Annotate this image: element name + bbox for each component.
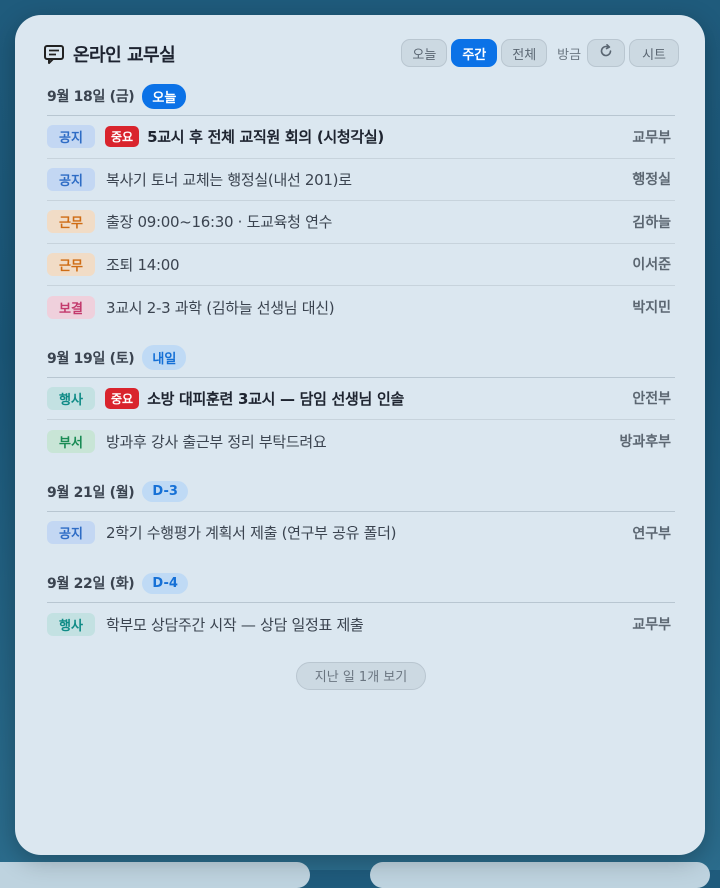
show-past-button[interactable]: 지난 일 1개 보기	[295, 661, 427, 690]
message-board-icon	[43, 44, 65, 64]
item-text: 방과후 강사 출근부 정리 부탁드려요	[106, 432, 327, 451]
category-tag: 부서	[47, 429, 95, 453]
category-tag: 행사	[47, 386, 95, 410]
refresh-icon	[599, 44, 613, 62]
day-badge: D-4	[142, 572, 188, 594]
background-panel-left	[0, 862, 310, 888]
list-item[interactable]: 근무 조퇴 14:00 이서준	[47, 244, 675, 286]
card-header: 온라인 교무실 오늘 주간 전체 방금 시트	[15, 39, 705, 73]
item-owner: 교무부	[632, 617, 671, 634]
item-owner: 박지민	[632, 300, 671, 317]
item-text: 3교시 2-3 과학 (김하늘 선생님 대신)	[106, 298, 335, 317]
item-owner: 연구부	[632, 525, 671, 542]
item-text: 2학기 수행평가 계획서 제출 (연구부 공유 폴더)	[106, 524, 397, 543]
item-text: 복사기 토너 교체는 행정실(내선 201)로	[106, 170, 352, 189]
day-date: 9월 21일 (월)	[47, 484, 135, 501]
day-header: 9월 22일 (화) D-4	[47, 570, 675, 603]
sheet-button[interactable]: 시트	[629, 39, 679, 67]
day-section: 9월 18일 (금) 오늘 공지 중요 5교시 후 전체 교직원 회의 (시청각…	[47, 83, 675, 329]
category-tag: 근무	[47, 252, 95, 276]
day-section: 9월 22일 (화) D-4 행사 학부모 상담주간 시작 — 상담 일정표 제…	[47, 570, 675, 646]
tab-weekly[interactable]: 주간	[451, 39, 498, 67]
view-controls: 오늘 주간 전체 방금 시트	[401, 39, 679, 67]
tab-today[interactable]: 오늘	[401, 39, 448, 67]
day-header: 9월 18일 (금) 오늘	[47, 83, 675, 116]
item-owner: 방과후부	[619, 434, 671, 451]
list-item[interactable]: 공지 복사기 토너 교체는 행정실(내선 201)로 행정실	[47, 159, 675, 201]
item-text: 소방 대피훈련 3교시 — 담임 선생님 인솔	[147, 389, 404, 408]
category-tag: 보결	[47, 295, 95, 319]
title-group: 온라인 교무실	[43, 41, 176, 67]
day-list: 9월 18일 (금) 오늘 공지 중요 5교시 후 전체 교직원 회의 (시청각…	[47, 83, 675, 690]
refresh-status: 방금	[557, 47, 582, 63]
list-item[interactable]: 근무 출장 09:00~16:30 · 도교육청 연수 김하늘	[47, 201, 675, 244]
day-date: 9월 19일 (토)	[47, 350, 135, 367]
day-header: 9월 19일 (토) 내일	[47, 345, 675, 378]
category-tag: 행사	[47, 612, 95, 636]
list-item[interactable]: 공지 2학기 수행평가 계획서 제출 (연구부 공유 폴더) 연구부	[47, 512, 675, 555]
office-board-card: 온라인 교무실 오늘 주간 전체 방금 시트 9월 18일 (금) 오늘 공지 …	[15, 15, 705, 855]
category-tag: 공지	[47, 521, 95, 545]
day-date: 9월 22일 (화)	[47, 576, 135, 592]
important-badge: 중요	[105, 126, 140, 148]
day-section: 9월 19일 (토) 내일 행사 중요 소방 대피훈련 3교시 — 담임 선생님…	[47, 345, 675, 463]
day-badge: 오늘	[142, 83, 187, 109]
tab-all[interactable]: 전체	[501, 39, 548, 67]
important-badge: 중요	[105, 387, 140, 409]
list-item[interactable]: 부서 방과후 강사 출근부 정리 부탁드려요 방과후부	[47, 420, 675, 463]
item-owner: 행정실	[632, 172, 671, 189]
item-owner: 김하늘	[632, 214, 671, 231]
day-date: 9월 18일 (금)	[47, 89, 135, 105]
list-item[interactable]: 보결 3교시 2-3 과학 (김하늘 선생님 대신) 박지민	[47, 286, 675, 329]
category-tag: 공지	[47, 125, 95, 149]
background-panel-right	[370, 862, 710, 888]
list-item[interactable]: 행사 중요 소방 대피훈련 3교시 — 담임 선생님 인솔 안전부	[47, 378, 675, 420]
item-owner: 이서준	[632, 257, 671, 274]
item-owner: 안전부	[632, 391, 671, 408]
refresh-button[interactable]	[587, 39, 626, 67]
day-header: 9월 21일 (월) D-3	[47, 479, 675, 512]
day-section: 9월 21일 (월) D-3 공지 2학기 수행평가 계획서 제출 (연구부 공…	[47, 479, 675, 555]
day-badge: 내일	[142, 345, 187, 370]
list-item[interactable]: 공지 중요 5교시 후 전체 교직원 회의 (시청각실) 교무부	[47, 116, 675, 159]
item-text: 5교시 후 전체 교직원 회의 (시청각실)	[147, 128, 384, 147]
item-text: 조퇴 14:00	[106, 255, 180, 274]
item-text: 학부모 상담주간 시작 — 상담 일정표 제출	[106, 615, 364, 634]
list-item[interactable]: 행사 학부모 상담주간 시작 — 상담 일정표 제출 교무부	[47, 603, 675, 646]
category-tag: 근무	[47, 210, 95, 234]
day-badge: D-3	[142, 481, 188, 502]
page-title: 온라인 교무실	[73, 45, 176, 66]
item-text: 출장 09:00~16:30 · 도교육청 연수	[106, 213, 333, 232]
category-tag: 공지	[47, 167, 95, 191]
more-wrap: 지난 일 1개 보기	[47, 661, 675, 690]
item-owner: 교무부	[632, 129, 671, 146]
